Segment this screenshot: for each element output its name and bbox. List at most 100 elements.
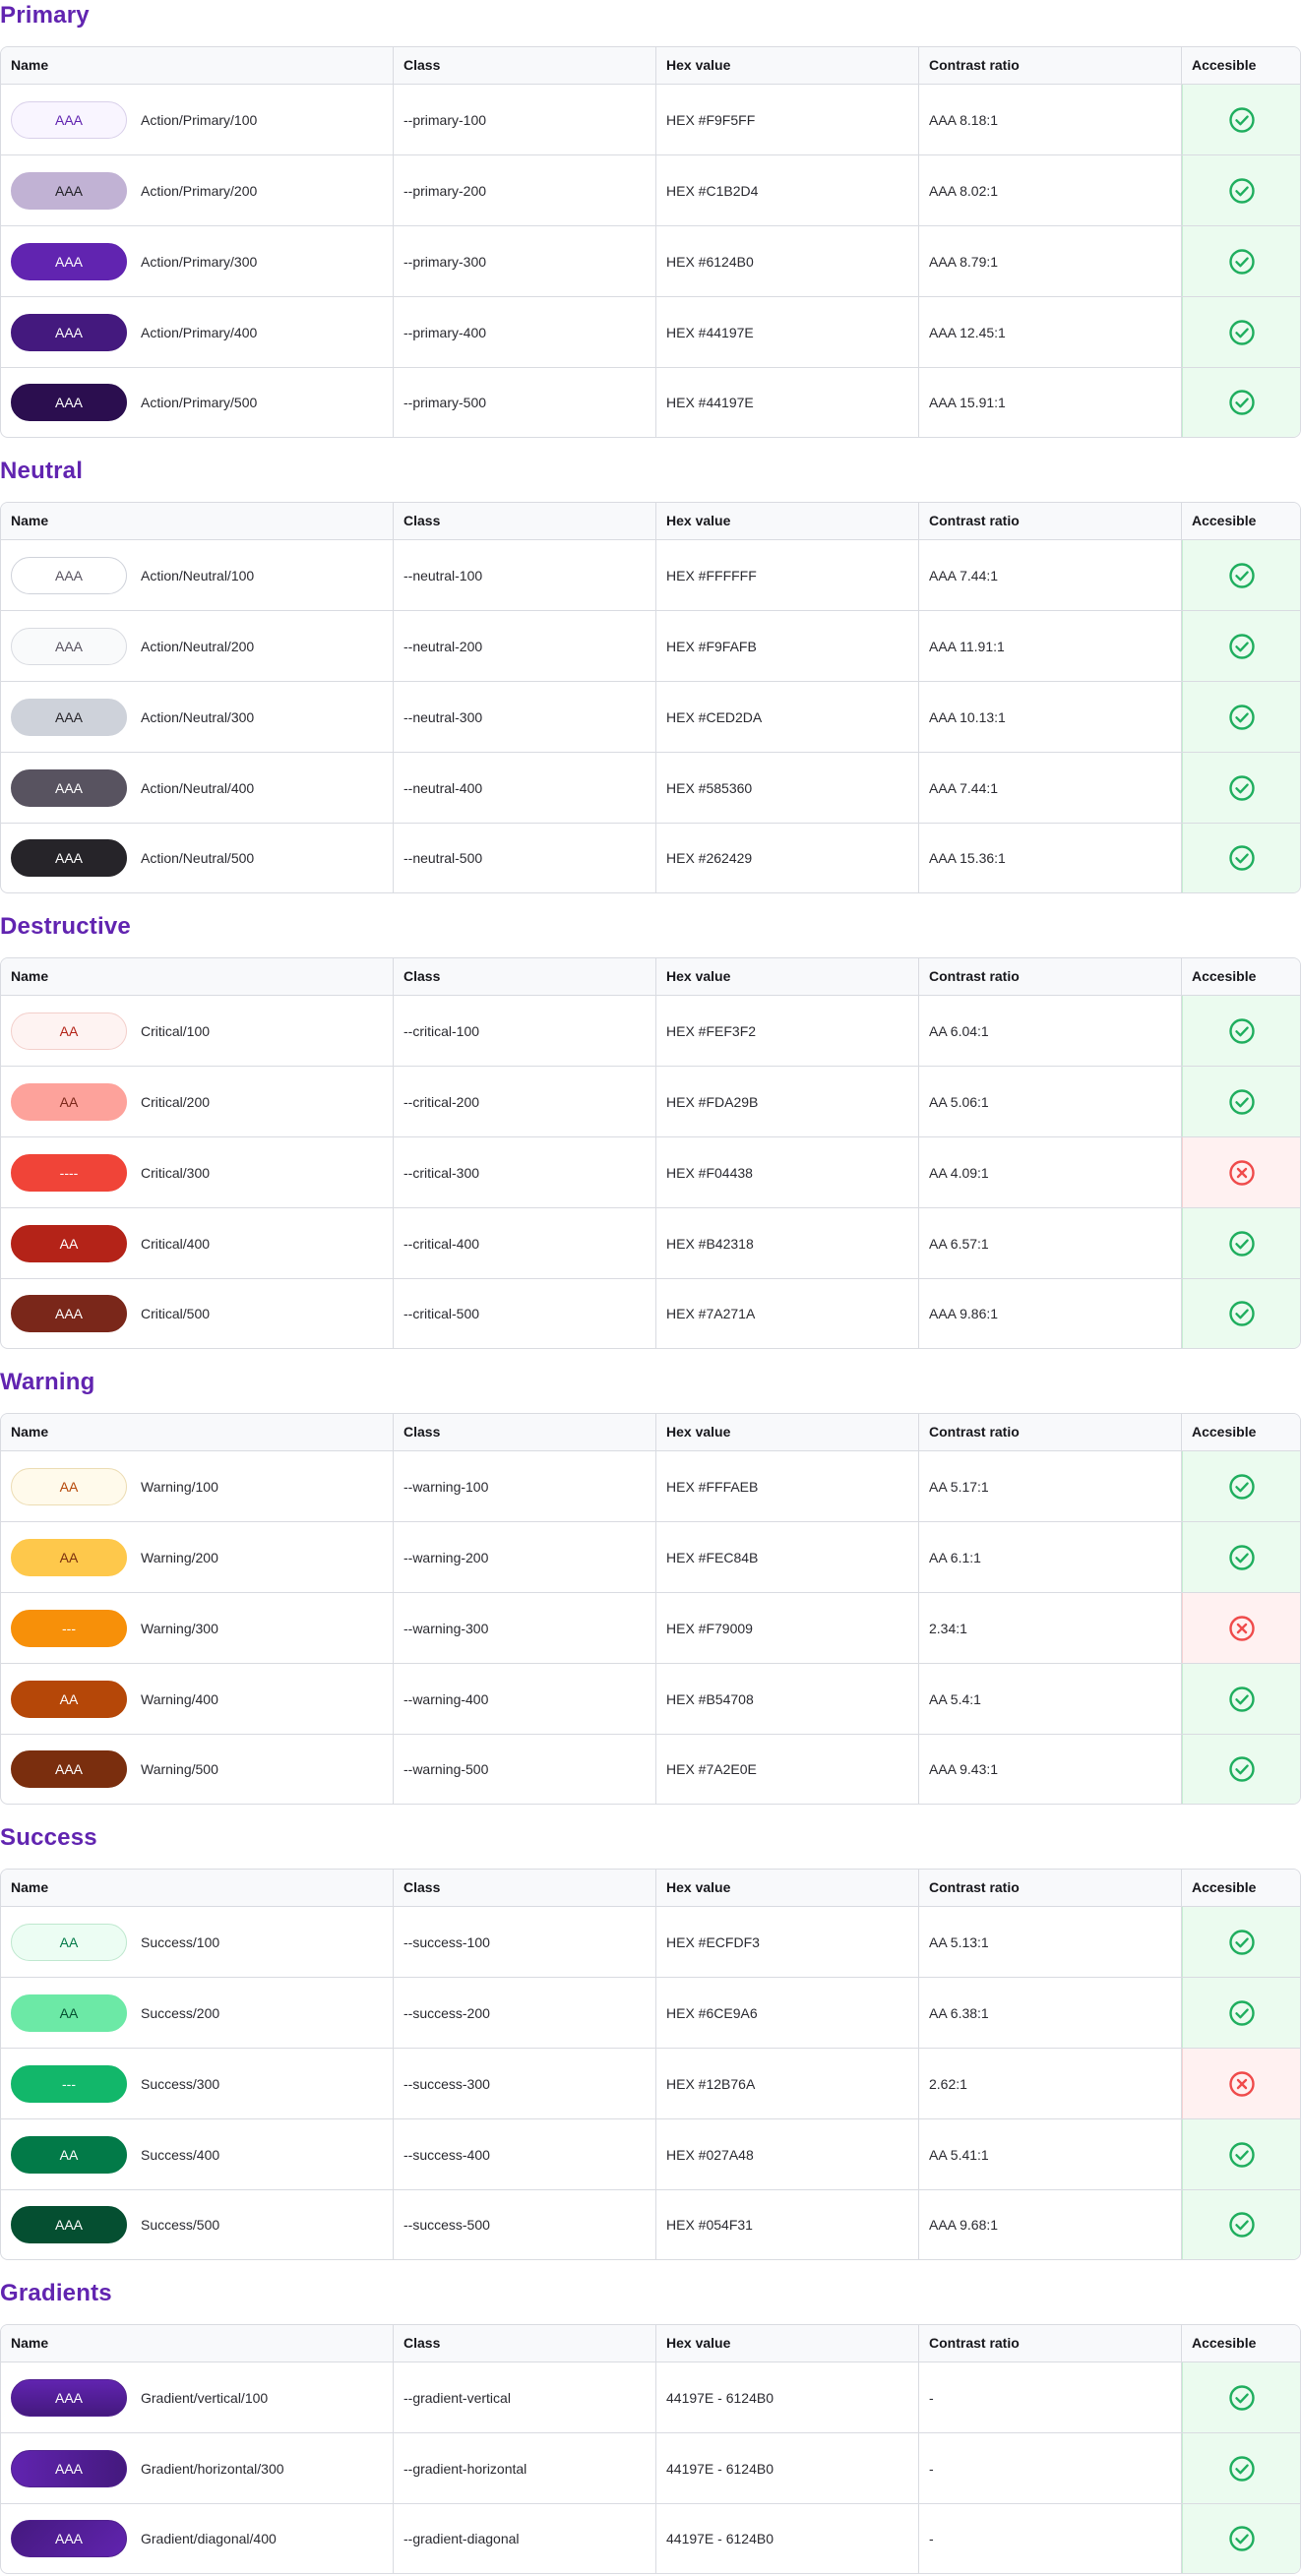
name-cell: AA Success/100 xyxy=(1,1907,394,1977)
color-swatch: AA xyxy=(11,1538,127,1576)
header-hex: Hex value xyxy=(656,1414,919,1450)
accessible-cell xyxy=(1182,682,1300,752)
name-cell: AAA Action/Primary/400 xyxy=(1,297,394,367)
token-name: Critical/200 xyxy=(141,1093,211,1110)
token-name: Gradient/diagonal/400 xyxy=(141,2531,277,2546)
contrast-cell: 2.62:1 xyxy=(919,2049,1182,2118)
hex-cell: HEX #054F31 xyxy=(656,2190,919,2259)
table-row: AA Critical/100 --critical-100 HEX #FEF3F2 A… xyxy=(1,996,1300,1067)
table-row: --- Warning/300 --warning-300 HEX #F79009 2.… xyxy=(1,1593,1300,1664)
name-cell: AAA Warning/500 xyxy=(1,1735,394,1804)
header-class: Class xyxy=(394,1870,656,1906)
header-class: Class xyxy=(394,1414,656,1450)
section-title: Gradients xyxy=(0,2280,112,2306)
token-name: Action/Neutral/200 xyxy=(141,638,255,654)
accessible-cell xyxy=(1182,1137,1300,1207)
table-row: AAA Action/Neutral/300 --neutral-300 HEX #C… xyxy=(1,682,1300,753)
name-cell: ---- Critical/300 xyxy=(1,1137,394,1207)
header-name: Name xyxy=(1,958,394,995)
class-cell: --critical-500 xyxy=(394,1279,656,1348)
table-row: AA Critical/400 --critical-400 HEX #B42318 A… xyxy=(1,1208,1300,1279)
header-hex: Hex value xyxy=(656,2325,919,2361)
color-swatch: AA xyxy=(11,1993,127,2032)
name-cell: AAA Action/Neutral/400 xyxy=(1,753,394,823)
class-cell: --primary-200 xyxy=(394,155,656,225)
check-circle-icon xyxy=(1228,562,1256,589)
color-table: Name Class Hex value Contrast ratio Accesibl… xyxy=(0,1413,1301,1805)
contrast-cell: AAA 11.91:1 xyxy=(919,611,1182,681)
name-cell: AA Warning/100 xyxy=(1,1451,394,1521)
hex-cell: HEX #44197E xyxy=(656,368,919,437)
table-header: Name Class Hex value Contrast ratio Accesibl… xyxy=(1,958,1300,996)
check-circle-icon xyxy=(1228,2141,1256,2169)
check-circle-icon xyxy=(1228,633,1256,660)
table-row: AAA Gradient/horizontal/300 --gradient-hor… xyxy=(1,2433,1300,2504)
accessible-cell xyxy=(1182,996,1300,1066)
accessible-cell xyxy=(1182,85,1300,154)
color-swatch: AAA xyxy=(11,1750,127,1788)
color-swatch: AAA xyxy=(11,2378,127,2417)
color-table: Name Class Hex value Contrast ratio Accesibl… xyxy=(0,957,1301,1349)
header-class: Class xyxy=(394,47,656,84)
contrast-cell: AAA 7.44:1 xyxy=(919,753,1182,823)
hex-cell: HEX #FFFFFF xyxy=(656,540,919,610)
header-name: Name xyxy=(1,1414,394,1450)
contrast-cell: AA 5.06:1 xyxy=(919,1067,1182,1136)
class-cell: --success-100 xyxy=(394,1907,656,1977)
hex-cell: HEX #C1B2D4 xyxy=(656,155,919,225)
table-row: --- Success/300 --success-300 HEX #12B76A 2.… xyxy=(1,2049,1300,2119)
accessible-cell xyxy=(1182,2190,1300,2259)
hex-cell: HEX #7A271A xyxy=(656,1279,919,1348)
token-name: Success/400 xyxy=(141,2146,220,2163)
accessible-cell xyxy=(1182,1735,1300,1804)
color-swatch: AAA xyxy=(11,768,127,807)
token-name: Gradient/horizontal/300 xyxy=(141,2460,284,2477)
token-name: Warning/200 xyxy=(141,1549,218,1565)
contrast-cell: AA 5.41:1 xyxy=(919,2119,1182,2189)
contrast-cell: AA 6.38:1 xyxy=(919,1978,1182,2048)
accessible-cell xyxy=(1182,2119,1300,2189)
check-circle-icon xyxy=(1228,1473,1256,1501)
token-name: Success/300 xyxy=(141,2075,220,2092)
header-hex: Hex value xyxy=(656,958,919,995)
table-row: AAA Action/Primary/200 --primary-200 HEX #C… xyxy=(1,155,1300,226)
table-row: AAA Success/500 --success-500 HEX #054F31 AA… xyxy=(1,2190,1300,2259)
header-class: Class xyxy=(394,958,656,995)
token-name: Warning/100 xyxy=(141,1478,218,1495)
color-swatch: AAA xyxy=(11,839,127,877)
check-circle-icon xyxy=(1228,1017,1256,1045)
hex-cell: HEX #6CE9A6 xyxy=(656,1978,919,2048)
class-cell: --gradient-vertical xyxy=(394,2362,656,2432)
token-name: Action/Primary/300 xyxy=(141,253,258,270)
hex-cell: HEX #F9FAFB xyxy=(656,611,919,681)
color-table: Name Class Hex value Contrast ratio Accesibl… xyxy=(0,2324,1301,2574)
contrast-cell: AA 4.09:1 xyxy=(919,1137,1182,1207)
color-swatch: AAA xyxy=(11,171,127,210)
name-cell: AA Critical/200 xyxy=(1,1067,394,1136)
class-cell: --warning-300 xyxy=(394,1593,656,1663)
class-cell: --success-300 xyxy=(394,2049,656,2118)
color-swatch: AA xyxy=(11,1012,127,1050)
color-swatch: AA xyxy=(11,1680,127,1718)
color-table: Name Class Hex value Contrast ratio Accesibl… xyxy=(0,46,1301,438)
class-cell: --neutral-400 xyxy=(394,753,656,823)
table-header: Name Class Hex value Contrast ratio Accesibl… xyxy=(1,2325,1300,2362)
contrast-cell: - xyxy=(919,2433,1182,2503)
hex-cell: HEX #6124B0 xyxy=(656,226,919,296)
contrast-cell: - xyxy=(919,2362,1182,2432)
token-name: Critical/400 xyxy=(141,1235,211,1252)
color-swatch: AAA xyxy=(11,556,127,594)
check-circle-icon xyxy=(1228,319,1256,346)
hex-cell: HEX #44197E xyxy=(656,297,919,367)
accessible-cell xyxy=(1182,1593,1300,1663)
x-circle-icon xyxy=(1228,2070,1256,2098)
header-name: Name xyxy=(1,503,394,539)
section-title: Neutral xyxy=(0,458,84,484)
color-swatch: AAA xyxy=(11,627,127,665)
check-circle-icon xyxy=(1228,106,1256,134)
color-swatch: ---- xyxy=(11,1153,127,1192)
hex-cell: 44197E - 6124B0 xyxy=(656,2433,919,2503)
token-name: Success/200 xyxy=(141,2004,220,2021)
header-class: Class xyxy=(394,503,656,539)
accessible-cell xyxy=(1182,824,1300,892)
